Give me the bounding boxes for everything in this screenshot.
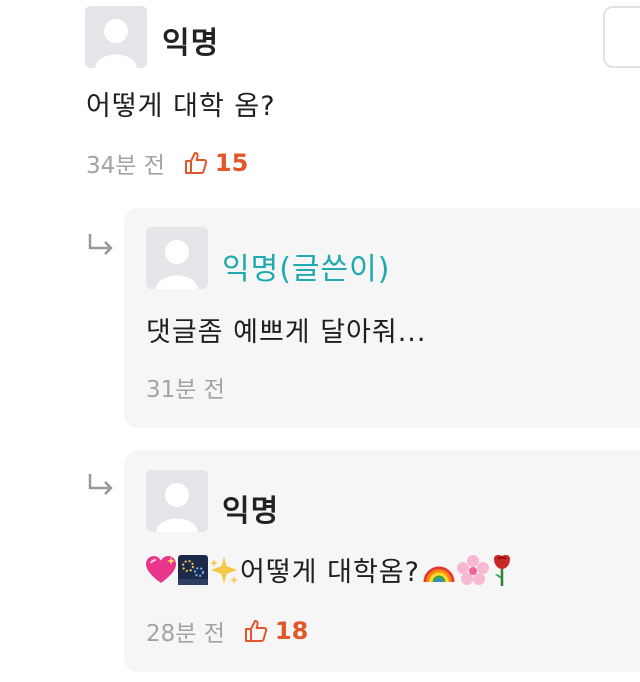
like-button[interactable]: 18: [243, 617, 308, 645]
comment-meta: 34분 전 15: [86, 146, 248, 180]
avatar[interactable]: [146, 227, 208, 289]
comment-time: 34분 전: [86, 153, 165, 179]
cherry-blossom-emoji-icon: [456, 554, 489, 585]
comment-thread: 익명 어떻게 대학 옴? 34분 전 15 익명(글쓴이) 댓글좀 예쁘게 달아…: [0, 0, 640, 682]
avatar-placeholder-icon: [85, 6, 147, 68]
avatar[interactable]: [85, 6, 147, 68]
thumbs-up-icon: [244, 620, 268, 642]
rainbow-emoji-icon: [423, 566, 455, 582]
avatar-placeholder-icon: [146, 227, 208, 289]
reply-time: 31분 전: [146, 377, 225, 403]
comment-author: 익명: [162, 26, 220, 61]
reply-text-row: 어떻게 대학옴?: [144, 550, 514, 589]
like-button[interactable]: 15: [183, 149, 248, 177]
glowing-star-emoji-icon: [210, 555, 238, 584]
reply-time: 28분 전: [146, 621, 225, 647]
comment-action-button[interactable]: [603, 6, 640, 68]
reply-meta: 28분 전 18: [146, 614, 308, 648]
reply-author: 익명(글쓴이): [222, 252, 391, 287]
fireworks-emoji-icon: [178, 554, 208, 585]
like-count: 18: [274, 617, 309, 645]
comment-text: 어떻게 대학 옴?: [86, 91, 276, 122]
like-count: 15: [214, 149, 249, 177]
reply-arrow-icon: [88, 234, 113, 255]
reply-arrow-icon: [88, 474, 113, 495]
reply-text: 어떻게 대학옴?: [240, 557, 420, 588]
reply-author: 익명: [222, 494, 280, 529]
thumbs-up-icon: [184, 152, 208, 174]
reply-meta: 31분 전: [146, 370, 225, 404]
avatar-placeholder-icon: [146, 470, 208, 532]
reply-text: 댓글좀 예쁘게 달아줘...: [146, 317, 427, 348]
rose-emoji-icon: [493, 554, 510, 586]
sparkling-heart-emoji-icon: [146, 555, 176, 583]
avatar[interactable]: [146, 470, 208, 532]
